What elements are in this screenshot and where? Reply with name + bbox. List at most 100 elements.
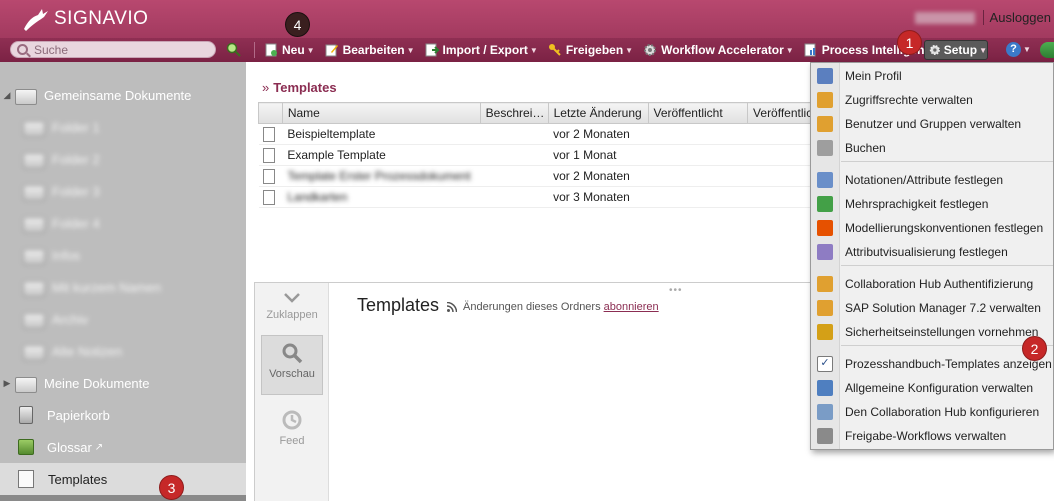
menu-item[interactable]: SAP Solution Manager 7.2 verwalten [811,296,1053,320]
signavio-logo[interactable]: SIGNAVIO [20,5,148,33]
tree-item-templates[interactable]: Templates [0,463,246,495]
language-globe-icon[interactable] [1040,42,1054,58]
table-row[interactable]: Landkarten vor 3 Monaten [258,186,818,208]
menu-item[interactable]: Allgemeine Konfiguration verwalten [811,376,1053,400]
menu-item[interactable]: Attributvisualisierung festlegen [811,240,1053,264]
tree-item-label: Papierkorb [47,407,110,423]
menu-item[interactable]: Mehrsprachigkeit festlegen [811,192,1053,216]
file-icon [262,126,275,142]
table-row[interactable]: Beispieltemplate vor 2 Monaten [258,123,818,145]
menu-item[interactable]: ✓ Prozesshandbuch-Templates anzeigen [811,352,1053,376]
breadcrumb: » Templates [262,80,337,95]
menu-item[interactable]: Modellierungskonventionen festlegen [811,216,1053,240]
menu-item[interactable]: Mein Profil [811,64,1053,88]
tree-item-shared-documents[interactable]: ◢ Gemeinsame Dokumente [0,79,246,111]
toolbar-menu: Neu ▼ Bearbeiten ▼ Import / Export ▼ Freige… [250,38,943,62]
help-button[interactable]: ? ▼ [1006,42,1031,57]
subscribe-link[interactable]: abonnieren [604,301,659,313]
tree-item-label: Templates [48,471,108,487]
new-menu[interactable]: Neu ▼ [259,43,320,57]
tree-item-folder[interactable]: Folder 3 [0,175,246,207]
new-menu-label: Neu [282,43,305,57]
tree-item-my-documents[interactable]: ▶ Meine Dokumente [0,367,246,399]
cart-icon [817,140,833,156]
advanced-search-icon[interactable] [226,42,242,58]
menu-item[interactable]: Freigabe-Workflows verwalten [811,424,1053,448]
row-name[interactable]: Example Template [282,144,481,166]
checkbox-icon[interactable]: ✓ [817,356,833,372]
users-icon [817,92,833,108]
convention-icon [817,220,833,236]
annotation-badge: 3 [159,475,184,500]
import-export-menu[interactable]: Import / Export ▼ [420,43,543,57]
external-link-icon: ↗ [94,441,104,453]
help-icon: ? [1006,42,1021,57]
table-row[interactable]: Template Erster Prozessdokument vor 2 Mo… [258,165,818,187]
column-header-published[interactable]: Veröffentlicht [647,102,749,124]
row-icon-cell [258,144,283,166]
profile-icon [817,68,833,84]
tree-item-folder[interactable]: Alte Notizen [0,335,246,367]
menu-item[interactable]: Collaboration Hub Authentifizierung [811,272,1053,296]
breadcrumb-current[interactable]: Templates [273,80,336,95]
column-header-published-2[interactable]: Veröffentlic [747,102,818,124]
search-input[interactable] [34,42,204,57]
logout-link[interactable]: Ausloggen [982,10,1054,25]
tree-item-glossary[interactable]: Glossar ↗ [0,431,246,463]
tree-item-folder[interactable]: Archiv [0,303,246,335]
menu-item[interactable]: Sicherheitseinstellungen vornehmen [811,320,1053,344]
tree-item-folder[interactable]: Mit kurzem Namen [0,271,246,303]
edit-menu[interactable]: Bearbeiten ▼ [320,43,420,57]
workflow-gear-icon [817,428,833,444]
tree-item-folder[interactable]: Folder 1 [0,111,246,143]
annotation-badge: 4 [285,12,310,37]
row-name[interactable]: Landkarten [282,186,481,208]
tree-item-folder[interactable]: Infos [0,239,246,271]
row-name[interactable]: Beispieltemplate [282,123,481,145]
preview-tool-button[interactable]: Vorschau [261,335,323,395]
share-menu[interactable]: Freigeben ▼ [543,43,638,57]
tree-item-label: Folder 1 [52,119,100,135]
setup-label: Setup [943,43,978,57]
column-header-description[interactable]: Beschrei… [479,102,549,124]
tree-item-label: Archiv [52,311,89,327]
setup-button[interactable]: Setup ▼ [924,40,988,60]
tree-item-trash[interactable]: Papierkorb [0,399,246,431]
resize-grip[interactable]: ••• [669,285,683,296]
feed-tool-button[interactable]: Feed [261,403,323,463]
folder-icon [14,86,37,105]
menu-item[interactable]: Buchen [811,136,1053,160]
key-icon [817,324,833,340]
row-published [648,123,748,145]
tree-item-folder[interactable]: Folder 2 [0,143,246,175]
tree-item-label: Folder 3 [52,183,100,199]
table-row[interactable]: Example Template vor 1 Monat [258,144,818,166]
collapse-arrow-icon[interactable]: ◢ [0,90,14,101]
row-published-2 [747,144,818,166]
search-box[interactable] [10,41,216,58]
expand-arrow-icon[interactable]: ▶ [0,378,14,389]
row-published-2 [747,165,818,187]
menu-item-label: Prozesshandbuch-Templates anzeigen [845,357,1052,371]
tree-item-folder[interactable]: Folder 4 [0,207,246,239]
preview-panel: ••• Zuklappen Vorschau Feed Templates Än… [254,282,810,501]
workflow-accelerator-menu[interactable]: Workflow Accelerator ▼ [638,43,799,57]
row-published [648,186,748,208]
user-area: ●●● ●●●●● Ausloggen [914,10,1054,25]
row-name[interactable]: Template Erster Prozessdokument [282,165,481,187]
feed-tool-label: Feed [279,435,305,447]
tree-item-label: Mit kurzem Namen [52,279,162,295]
chevron-down-icon: ▼ [785,45,794,55]
hub-icon [817,404,833,420]
menu-item[interactable]: Notationen/Attribute festlegen [811,168,1053,192]
preview-tool-label: Vorschau [269,368,315,380]
sidebar-footer [0,495,246,501]
menu-item[interactable]: Den Collaboration Hub konfigurieren [811,400,1053,424]
menu-separator [841,265,1053,266]
antelope-logo-icon [24,9,48,31]
menu-item[interactable]: Benutzer und Gruppen verwalten [811,112,1053,136]
subscribe-text: Änderungen dieses Ordners [463,301,601,313]
menu-item[interactable]: Zugriffsrechte verwalten [811,88,1053,112]
column-header-name[interactable]: Name [281,102,481,124]
column-header-last-change[interactable]: Letzte Änderung [547,102,649,124]
